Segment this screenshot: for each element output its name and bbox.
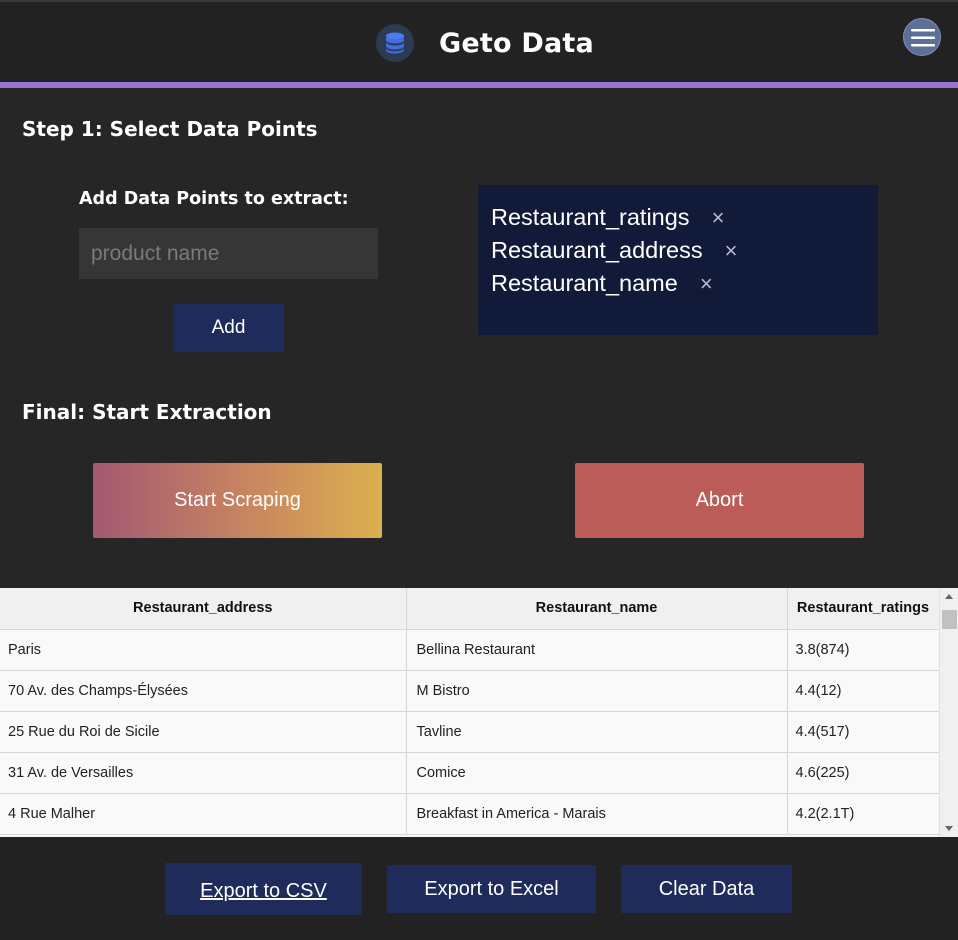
table-row: 70 Av. des Champs-Élysées M Bistro 4.4(1… [0,670,940,712]
cell-name: Breakfast in America - Marais [406,793,788,835]
column-header-name[interactable]: Restaurant_name [406,588,788,630]
table-row: 25 Rue du Roi de Sicile Tavline 4.4(517) [0,711,940,753]
cell-address: 4 Rue Malher [0,793,407,835]
table-header-row: Restaurant_address Restaurant_name Resta… [0,588,940,630]
data-point-label: Restaurant_name [491,270,678,296]
cell-ratings: 4.2(2.1T) [787,793,940,835]
table-row: 31 Av. de Versailles Comice 4.6(225) [0,752,940,794]
scrollbar-thumb[interactable] [942,610,957,629]
cell-address: 70 Av. des Champs-Élysées [0,670,407,712]
cell-address: Paris [0,629,407,671]
column-header-ratings[interactable]: Restaurant_ratings [787,588,940,630]
data-point-input[interactable] [79,228,378,279]
app-title: Geto Data [439,28,594,59]
results-table-container[interactable]: Restaurant_address Restaurant_name Resta… [0,588,958,837]
clear-data-button[interactable]: Clear Data [621,865,792,913]
step1-title: Step 1: Select Data Points [22,117,318,141]
cell-ratings: 4.4(12) [787,670,940,712]
app-header: Geto Data [0,2,958,82]
final-step-title: Final: Start Extraction [22,400,272,424]
abort-button[interactable]: Abort [575,463,864,538]
scroll-up-arrow-icon[interactable] [945,594,953,599]
cell-name: Tavline [406,711,788,753]
remove-icon[interactable]: × [725,239,738,262]
export-excel-button[interactable]: Export to Excel [387,865,596,913]
remove-icon[interactable]: × [712,206,725,229]
footer-bar: Export to CSV Export to Excel Clear Data [0,837,958,940]
start-scraping-button[interactable]: Start Scraping [93,463,382,538]
cell-ratings: 4.4(517) [787,711,940,753]
cell-ratings: 3.8(874) [787,629,940,671]
table-row: 4 Rue Malher Breakfast in America - Mara… [0,793,940,835]
results-table: Restaurant_address Restaurant_name Resta… [0,588,940,835]
table-scrollbar[interactable] [939,588,958,837]
data-point-chip: Restaurant_ratings × [491,201,878,234]
data-point-chip: Restaurant_address × [491,234,878,267]
add-button[interactable]: Add [173,304,284,352]
cell-name: Bellina Restaurant [406,629,788,671]
export-csv-button[interactable]: Export to CSV [165,863,362,915]
add-data-points-label: Add Data Points to extract: [79,189,349,209]
data-point-label: Restaurant_ratings [491,204,690,230]
table-row: Paris Bellina Restaurant 3.8(874) [0,629,940,671]
header-accent-bar [0,82,958,88]
hamburger-menu-icon[interactable] [903,18,941,56]
database-icon [376,24,414,62]
cell-ratings: 4.6(225) [787,752,940,794]
cell-name: Comice [406,752,788,794]
cell-address: 31 Av. de Versailles [0,752,407,794]
remove-icon[interactable]: × [700,272,713,295]
scroll-down-arrow-icon[interactable] [945,826,953,831]
data-point-chip: Restaurant_name × [491,267,878,300]
cell-address: 25 Rue du Roi de Sicile [0,711,407,753]
cell-name: M Bistro [406,670,788,712]
data-point-label: Restaurant_address [491,237,703,263]
selected-data-points: Restaurant_ratings × Restaurant_address … [478,185,878,335]
column-header-address[interactable]: Restaurant_address [0,588,407,630]
